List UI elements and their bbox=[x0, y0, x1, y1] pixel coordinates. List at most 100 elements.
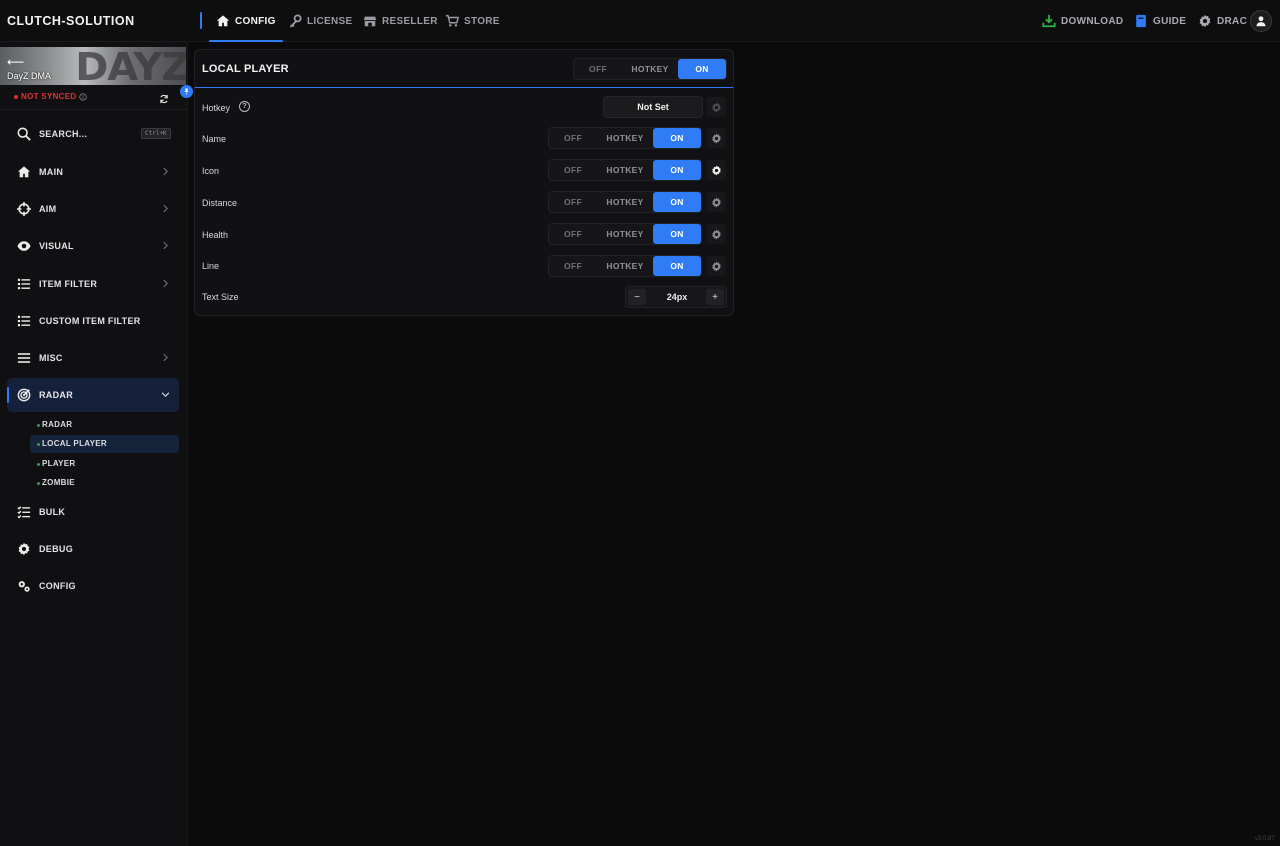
home-icon bbox=[216, 15, 230, 27]
sync-status: NOT SYNCED bbox=[14, 92, 88, 101]
sidebar-subitem-radar[interactable]: RADAR bbox=[30, 416, 179, 434]
chevron-right-icon bbox=[163, 241, 168, 250]
info-icon[interactable] bbox=[79, 92, 88, 101]
health-hotkey-option[interactable]: HOTKEY bbox=[597, 224, 653, 244]
text-size-value: 24px bbox=[666, 292, 688, 302]
chevron-right-icon bbox=[163, 204, 168, 213]
icon-on-option[interactable]: ON bbox=[653, 160, 701, 180]
sync-status-label: NOT SYNCED bbox=[21, 92, 77, 101]
icon-settings-button[interactable] bbox=[706, 160, 726, 180]
distance-toggle: OFF HOTKEY ON bbox=[548, 191, 702, 213]
sidebar-item-label: CONFIG bbox=[39, 581, 76, 591]
distance-hotkey-option[interactable]: HOTKEY bbox=[597, 192, 653, 212]
text-size-stepper: − 24px + bbox=[625, 286, 727, 308]
tab-license[interactable]: LICENSE bbox=[288, 0, 352, 42]
name-settings-button[interactable] bbox=[706, 128, 726, 148]
distance-off-option[interactable]: OFF bbox=[549, 192, 597, 212]
user-menu-link[interactable]: DRAC bbox=[1198, 0, 1247, 42]
tab-store-label: STORE bbox=[464, 15, 500, 27]
health-off-option[interactable]: OFF bbox=[549, 224, 597, 244]
search-icon bbox=[17, 127, 31, 141]
sidebar-item-debug[interactable]: DEBUG bbox=[7, 532, 179, 566]
distance-on-option[interactable]: ON bbox=[653, 192, 701, 212]
line-off-option[interactable]: OFF bbox=[549, 256, 597, 276]
gear-icon bbox=[18, 542, 30, 556]
health-settings-button[interactable] bbox=[706, 224, 726, 244]
avatar[interactable] bbox=[1250, 10, 1272, 32]
menu-icon bbox=[17, 353, 31, 363]
master-hotkey-option[interactable]: HOTKEY bbox=[622, 59, 678, 79]
list-icon bbox=[17, 278, 31, 290]
tab-config[interactable]: CONFIG bbox=[209, 0, 283, 42]
icon-hotkey-option[interactable]: HOTKEY bbox=[597, 160, 653, 180]
guide-link[interactable]: GUIDE bbox=[1134, 0, 1186, 42]
back-arrow-icon: ⟵ bbox=[7, 55, 25, 69]
crosshair-icon bbox=[17, 202, 31, 216]
sidebar-item-item-filter[interactable]: ITEM FILTER bbox=[7, 267, 179, 301]
sidebar-item-visual[interactable]: VISUAL bbox=[7, 229, 179, 263]
decrement-button[interactable]: − bbox=[628, 289, 646, 305]
distance-settings-button[interactable] bbox=[706, 192, 726, 212]
sidebar-item-radar[interactable]: RADAR bbox=[7, 378, 179, 412]
tab-license-label: LICENSE bbox=[307, 15, 353, 27]
list-icon bbox=[17, 315, 31, 327]
chevron-down-icon bbox=[161, 392, 170, 397]
bullet-dot-icon bbox=[37, 424, 40, 427]
chevron-right-icon bbox=[163, 353, 168, 362]
gears-icon bbox=[18, 581, 30, 592]
name-off-option[interactable]: OFF bbox=[549, 128, 597, 148]
gear-icon bbox=[711, 165, 721, 175]
hotkey-set-button[interactable]: Not Set bbox=[603, 96, 703, 118]
sidebar-item-label: MISC bbox=[39, 353, 63, 363]
sidebar-item-bulk[interactable]: BULK bbox=[7, 495, 179, 529]
sidebar-item-main[interactable]: MAIN bbox=[7, 155, 179, 189]
bullet-dot-icon bbox=[37, 482, 40, 485]
game-banner[interactable]: DAYZ ⟵ DayZ DMA bbox=[0, 47, 186, 85]
sidebar-search-label: SEARCH... bbox=[39, 129, 88, 139]
sidebar-item-aim[interactable]: AIM bbox=[7, 192, 179, 226]
master-toggle: OFF HOTKEY ON bbox=[573, 58, 727, 80]
name-on-option[interactable]: ON bbox=[653, 128, 701, 148]
username-label: DRAC bbox=[1217, 15, 1248, 27]
sidebar: DAYZ ⟵ DayZ DMA NOT SYNCED SEARCH... Ctr… bbox=[0, 42, 193, 846]
download-link[interactable]: DOWNLOAD bbox=[1042, 0, 1123, 42]
health-on-option[interactable]: ON bbox=[653, 224, 701, 244]
cart-icon bbox=[445, 15, 459, 27]
master-on-option[interactable]: ON bbox=[678, 59, 726, 79]
refresh-sync-button[interactable] bbox=[159, 91, 169, 109]
version-label: v3.0.87 bbox=[1255, 836, 1275, 842]
home-icon bbox=[17, 166, 31, 178]
tab-reseller[interactable]: RESELLER bbox=[363, 0, 438, 42]
sidebar-search[interactable]: SEARCH... Ctrl+K bbox=[7, 117, 179, 151]
distance-label: Distance bbox=[202, 198, 238, 208]
hotkey-settings-button[interactable] bbox=[706, 97, 726, 117]
sidebar-subitem-zombie[interactable]: ZOMBIE bbox=[30, 474, 179, 492]
name-hotkey-option[interactable]: HOTKEY bbox=[597, 128, 653, 148]
line-settings-button[interactable] bbox=[706, 256, 726, 276]
pin-icon[interactable] bbox=[180, 85, 193, 98]
sidebar-subitem-local-player[interactable]: LOCAL PLAYER bbox=[30, 435, 179, 453]
help-icon[interactable]: ? bbox=[239, 101, 250, 112]
bullet-dot-icon bbox=[37, 463, 40, 466]
sidebar-subitem-player[interactable]: PLAYER bbox=[30, 455, 179, 473]
increment-button[interactable]: + bbox=[706, 289, 724, 305]
tab-store[interactable]: STORE bbox=[445, 0, 500, 42]
sidebar-item-label: BULK bbox=[39, 507, 66, 517]
chevron-right-icon bbox=[163, 167, 168, 176]
pin-glyph-icon bbox=[184, 88, 189, 95]
line-on-option[interactable]: ON bbox=[653, 256, 701, 276]
icon-off-option[interactable]: OFF bbox=[549, 160, 597, 180]
sidebar-item-label: RADAR bbox=[39, 390, 73, 400]
sidebar-subitem-label: RADAR bbox=[42, 420, 73, 429]
sidebar-item-label: CUSTOM ITEM FILTER bbox=[39, 316, 141, 326]
master-off-option[interactable]: OFF bbox=[574, 59, 622, 79]
sidebar-item-custom-item-filter[interactable]: CUSTOM ITEM FILTER bbox=[7, 304, 179, 338]
tab-config-label: CONFIG bbox=[235, 15, 276, 27]
line-hotkey-option[interactable]: HOTKEY bbox=[597, 256, 653, 276]
sidebar-item-label: AIM bbox=[39, 204, 57, 214]
sidebar-item-config[interactable]: CONFIG bbox=[7, 569, 179, 603]
sidebar-subitem-label: ZOMBIE bbox=[42, 478, 75, 487]
game-name: DayZ DMA bbox=[7, 71, 52, 81]
sidebar-item-misc[interactable]: MISC bbox=[7, 341, 179, 375]
book-icon bbox=[1136, 14, 1146, 28]
